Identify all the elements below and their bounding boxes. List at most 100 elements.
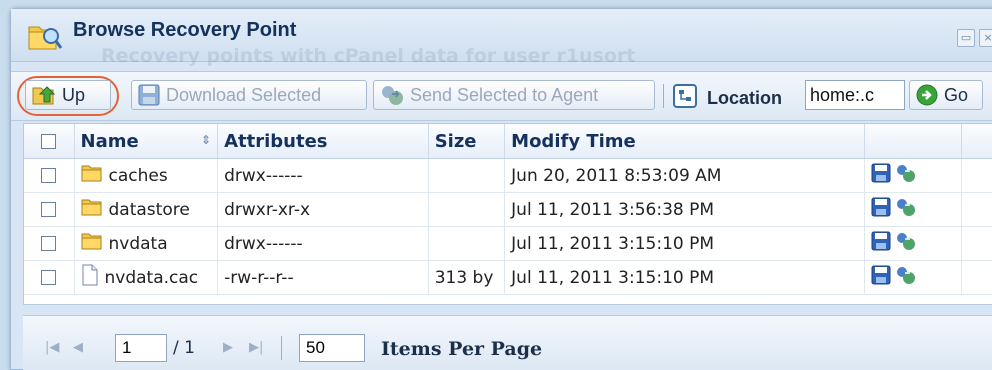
column-header-attributes[interactable]: Attributes: [217, 124, 429, 159]
row-checkbox-cell[interactable]: [24, 260, 75, 295]
window-title: Browse Recovery Point: [73, 19, 297, 41]
modify-time-cell: Jul 11, 2011 3:56:38 PM: [504, 192, 866, 227]
file-grid: Name ⇕ Attributes Size Modify Time cache…: [23, 123, 992, 305]
send-to-agent-icon[interactable]: [895, 197, 917, 222]
save-icon: [138, 84, 160, 106]
send-to-agent-icon[interactable]: [895, 231, 917, 256]
toolbar: Up Download Selected Send Selected to Ag…: [11, 71, 992, 121]
column-header-size[interactable]: Size: [428, 124, 506, 159]
save-icon[interactable]: [871, 197, 891, 222]
actions-cell: [864, 260, 962, 295]
column-header-spacer: [961, 124, 992, 159]
row-checkbox[interactable]: [41, 168, 57, 183]
send-to-agent-icon: [380, 84, 404, 106]
size-cell: [428, 226, 506, 261]
column-name-label: Name: [80, 130, 139, 152]
row-checkbox[interactable]: [41, 236, 57, 251]
page-number-input[interactable]: [115, 334, 167, 362]
column-header-modify-time[interactable]: Modify Time: [504, 124, 866, 159]
spacer-cell: [961, 192, 992, 227]
row-checkbox-cell[interactable]: [24, 192, 75, 227]
file-name: nvdata: [108, 233, 168, 254]
close-icon[interactable]: ×: [979, 29, 992, 47]
spacer-cell: [961, 158, 992, 193]
recovery-point-icon: [27, 21, 63, 55]
table-row[interactable]: datastore drwxr-xr-x Jul 11, 2011 3:56:3…: [24, 192, 992, 227]
next-page-icon[interactable]: ▶: [223, 340, 233, 355]
up-label: Up: [62, 84, 86, 105]
go-label: Go: [944, 84, 969, 105]
column-header-actions: [864, 124, 962, 159]
folder-icon: [81, 197, 103, 222]
download-selected-label: Download Selected: [166, 84, 322, 105]
toolbar-separator: [663, 84, 664, 108]
size-cell: 313 by: [428, 260, 506, 295]
location-label: Location: [707, 88, 782, 108]
name-cell[interactable]: caches: [74, 158, 219, 193]
file-name: caches: [108, 165, 168, 186]
go-button[interactable]: Go: [909, 80, 983, 110]
table-row[interactable]: nvdata.cac -rw-r--r-- 313 by Jul 11, 201…: [24, 260, 992, 295]
column-attributes-label: Attributes: [224, 130, 328, 152]
items-per-page-label: Items Per Page: [381, 338, 543, 360]
column-modify-time-label: Modify Time: [511, 130, 636, 152]
row-checkbox[interactable]: [41, 202, 57, 217]
pager-separator: [281, 336, 282, 360]
first-page-icon[interactable]: |◀: [45, 340, 59, 355]
browse-recovery-point-window: Browse Recovery Point Recovery points wi…: [10, 8, 992, 370]
minimize-icon[interactable]: ▭: [957, 29, 975, 47]
row-checkbox[interactable]: [41, 270, 57, 285]
attributes-cell: drwx------: [217, 158, 429, 193]
modify-time-cell: Jul 11, 2011 3:15:10 PM: [504, 260, 866, 295]
send-to-agent-icon[interactable]: [895, 265, 917, 290]
title-bar: Browse Recovery Point Recovery points wi…: [11, 9, 992, 67]
location-input[interactable]: [805, 80, 905, 110]
file-name: nvdata.cac: [104, 267, 199, 288]
size-cell: [428, 158, 506, 193]
file-table: Name ⇕ Attributes Size Modify Time cache…: [24, 124, 992, 295]
background-window-title: Recovery points with cPanel data for use…: [101, 45, 636, 67]
modify-time-cell: Jul 11, 2011 3:15:10 PM: [504, 226, 866, 261]
file-name: datastore: [108, 199, 190, 220]
actions-cell: [864, 192, 962, 227]
items-per-page-input[interactable]: [299, 334, 365, 362]
file-icon: [81, 264, 99, 291]
attributes-cell: drwxr-xr-x: [217, 192, 429, 227]
table-row[interactable]: nvdata drwx------ Jul 11, 2011 3:15:10 P…: [24, 226, 992, 261]
go-arrow-icon: [916, 84, 938, 106]
send-to-agent-icon[interactable]: [895, 163, 917, 188]
pagination-bar: |◀ ◀ / 1 ▶ ▶| Items Per Page: [23, 315, 992, 370]
column-header-name[interactable]: Name ⇕: [74, 124, 219, 159]
page-count: / 1: [173, 338, 195, 358]
name-cell[interactable]: nvdata.cac: [74, 260, 219, 295]
actions-cell: [864, 158, 962, 193]
name-cell[interactable]: nvdata: [74, 226, 219, 261]
select-all-header[interactable]: [24, 124, 75, 159]
location-icon: [673, 84, 697, 112]
save-icon[interactable]: [871, 163, 891, 188]
modify-time-cell: Jun 20, 2011 8:53:09 AM: [504, 158, 866, 193]
table-row[interactable]: caches drwx------ Jun 20, 2011 8:53:09 A…: [24, 158, 992, 193]
column-size-label: Size: [434, 130, 477, 152]
size-cell: [428, 192, 506, 227]
select-all-checkbox[interactable]: [41, 134, 57, 149]
row-checkbox-cell[interactable]: [24, 158, 75, 193]
spacer-cell: [961, 226, 992, 261]
sort-icon[interactable]: ⇕: [201, 133, 211, 147]
name-cell[interactable]: datastore: [74, 192, 219, 227]
prev-page-icon[interactable]: ◀: [73, 340, 83, 355]
row-checkbox-cell[interactable]: [24, 226, 75, 261]
last-page-icon[interactable]: ▶|: [249, 340, 263, 355]
folder-icon: [81, 163, 103, 188]
folder-up-icon: [32, 84, 56, 106]
folder-icon: [81, 231, 103, 256]
save-icon[interactable]: [871, 265, 891, 290]
send-selected-label: Send Selected to Agent: [410, 84, 599, 105]
send-selected-to-agent-button[interactable]: Send Selected to Agent: [373, 80, 655, 110]
up-button[interactable]: Up: [25, 80, 111, 110]
attributes-cell: drwx------: [217, 226, 429, 261]
download-selected-button[interactable]: Download Selected: [131, 80, 367, 110]
actions-cell: [864, 226, 962, 261]
save-icon[interactable]: [871, 231, 891, 256]
spacer-cell: [961, 260, 992, 295]
